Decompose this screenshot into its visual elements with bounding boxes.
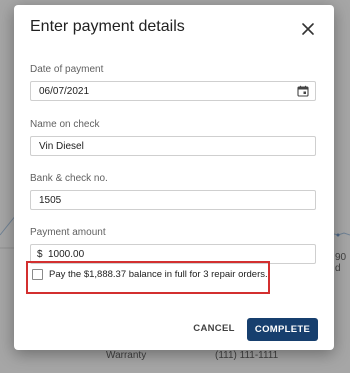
pay-in-full-label[interactable]: Pay the $1,888.37 balance in full for 3 … [49,269,268,280]
bank-check-no-field[interactable] [30,190,316,210]
dialog-title: Enter payment details [30,18,185,35]
complete-button[interactable]: COMPLETE [247,318,318,341]
bank-check-no-label: Bank & check no. [30,173,108,184]
pay-in-full-checkbox[interactable] [32,269,43,280]
payment-amount-label: Payment amount [30,227,106,238]
currency-prefix: $ [37,249,43,260]
calendar-icon[interactable] [297,85,309,97]
payment-dialog: Enter payment details Date of payment Na… [14,5,334,350]
date-of-payment-field[interactable] [30,81,316,101]
name-on-check-label: Name on check [30,119,100,130]
bank-check-no-input[interactable] [39,191,279,209]
cancel-button[interactable]: CANCEL [184,319,244,339]
close-icon[interactable] [300,21,316,37]
date-of-payment-label: Date of payment [30,64,104,75]
name-on-check-field[interactable] [30,136,316,156]
name-on-check-input[interactable] [39,137,279,155]
date-of-payment-input[interactable] [39,82,279,100]
